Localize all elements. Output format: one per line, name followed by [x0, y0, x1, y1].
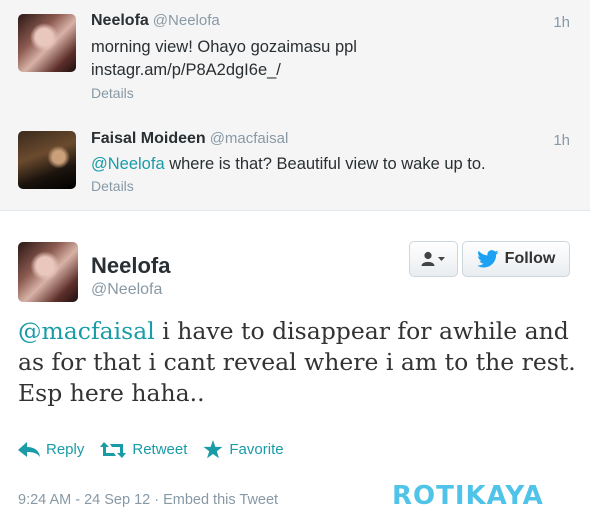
- author-line: Neelofa @Neelofa: [91, 12, 220, 30]
- follow-button[interactable]: Follow: [462, 241, 570, 277]
- details-link[interactable]: Details: [91, 85, 134, 101]
- avatar[interactable]: [18, 242, 78, 302]
- favorite-button[interactable]: Favorite: [203, 440, 284, 459]
- twitter-bird-icon: [476, 250, 499, 268]
- tweet-meta[interactable]: 9:24 AM - 24 Sep 12 · Embed this Tweet: [18, 492, 278, 508]
- reply-label: Reply: [46, 441, 85, 458]
- follow-label: Follow: [504, 250, 556, 267]
- tweet-body: where is that? Beautiful view to wake up…: [164, 155, 486, 173]
- retweet-icon: [100, 441, 127, 458]
- favorite-label: Favorite: [229, 441, 284, 458]
- retweet-label: Retweet: [132, 441, 188, 458]
- author-name[interactable]: Faisal Moideen: [91, 130, 206, 147]
- reply-arrow-icon: [18, 441, 40, 457]
- context-tweet-neelofa[interactable]: Neelofa @Neelofa 1h morning view! Ohayo g…: [0, 0, 590, 115]
- main-tweet: Neelofa @Neelofa Follow @macfaisal i hav…: [0, 211, 590, 526]
- star-icon: [203, 440, 223, 459]
- tweet-time[interactable]: 1h: [553, 132, 570, 149]
- caret-down-icon: [437, 257, 445, 261]
- tweet-time[interactable]: 1h: [553, 14, 570, 31]
- user-actions-dropdown[interactable]: [409, 241, 458, 277]
- mention-link[interactable]: @Neelofa: [91, 155, 165, 173]
- avatar[interactable]: [18, 14, 76, 72]
- author-line: Faisal Moideen @macfaisal: [91, 130, 288, 148]
- details-link[interactable]: Details: [91, 178, 134, 194]
- person-icon: [421, 251, 445, 266]
- watermark: ROTIKAYA: [392, 481, 544, 511]
- author-handle[interactable]: @Neelofa: [91, 281, 162, 299]
- author-name[interactable]: Neelofa: [91, 253, 170, 279]
- author-handle[interactable]: @macfaisal: [210, 130, 289, 147]
- mention-link[interactable]: @macfaisal: [18, 317, 155, 345]
- reply-button[interactable]: Reply: [18, 441, 84, 458]
- avatar[interactable]: [18, 131, 76, 189]
- context-tweet-macfaisal[interactable]: Faisal Moideen @macfaisal 1h @Neelofa whe…: [0, 114, 590, 211]
- tweet-text: @Neelofa where is that? Beautiful view t…: [91, 155, 486, 174]
- tweet-link[interactable]: instagr.am/p/P8A2dgI6e_/: [91, 61, 281, 80]
- retweet-button[interactable]: Retweet: [100, 441, 187, 458]
- tweet-actions: Reply Retweet Favorite: [18, 440, 300, 459]
- author-name[interactable]: Neelofa: [91, 12, 149, 29]
- author-handle[interactable]: @Neelofa: [153, 12, 220, 29]
- tweet-text: @macfaisal i have to disappear for awhil…: [18, 316, 578, 409]
- tweet-text: morning view! Ohayo gozaimasu ppl: [91, 38, 357, 56]
